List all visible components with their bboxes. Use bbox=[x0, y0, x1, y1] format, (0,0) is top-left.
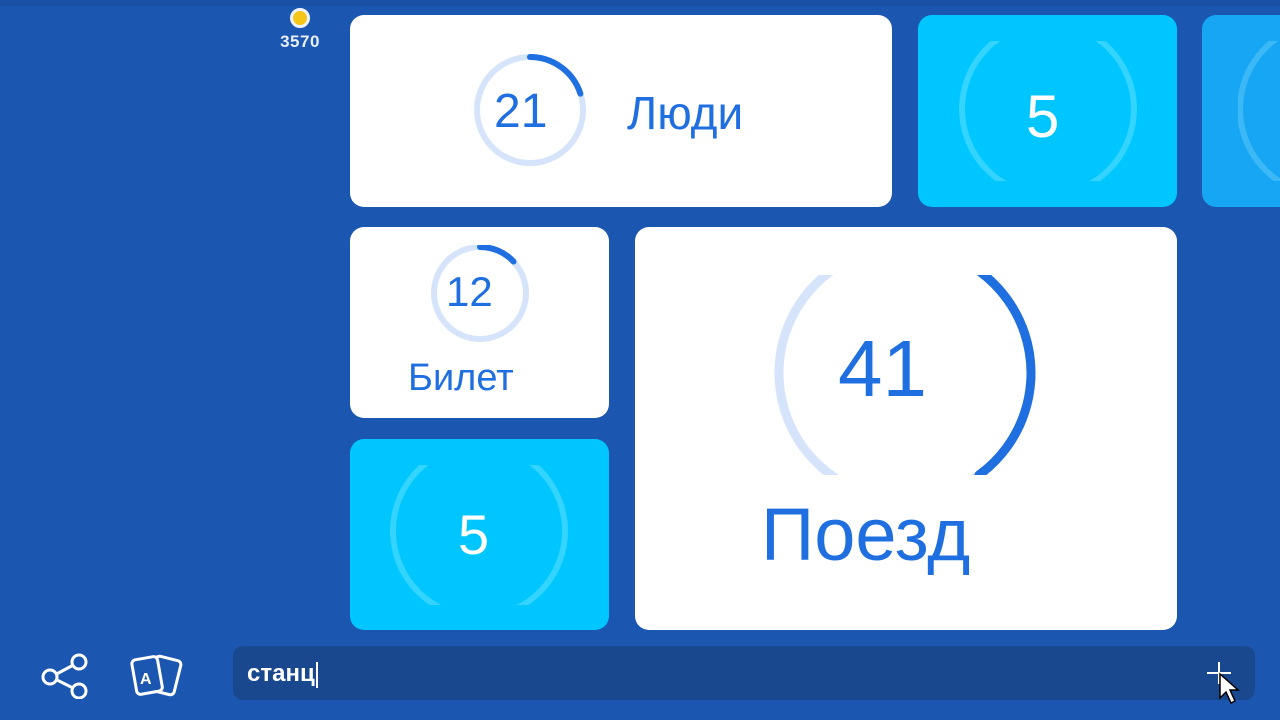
tile-word: Люди bbox=[627, 87, 744, 139]
coin-icon bbox=[290, 8, 310, 28]
coin-count: 3570 bbox=[280, 32, 320, 51]
tile-number: 12 bbox=[446, 268, 493, 315]
tile-number: 21 bbox=[494, 85, 548, 138]
tile-people[interactable]: 21 Люди bbox=[350, 15, 892, 207]
answer-input-text[interactable]: станц bbox=[247, 660, 318, 688]
svg-text:A: A bbox=[140, 671, 152, 688]
progress-ring bbox=[1238, 41, 1280, 181]
tile-number: 5 bbox=[458, 503, 490, 566]
coin-counter: 3570 bbox=[268, 8, 332, 58]
tile-hidden-word[interactable]: 5 bbox=[350, 439, 609, 630]
top-strip bbox=[0, 0, 1280, 6]
cards-icon: A bbox=[130, 654, 183, 697]
mouse-pointer-icon bbox=[1219, 672, 1240, 705]
tile-train[interactable]: 41 Поезд bbox=[635, 227, 1177, 630]
share-button[interactable] bbox=[33, 646, 97, 706]
share-icon bbox=[41, 653, 88, 699]
tile-word: Поезд bbox=[761, 493, 971, 576]
tile-hidden-word[interactable]: 5 bbox=[918, 15, 1177, 207]
tile-number: 41 bbox=[838, 324, 927, 413]
answer-input[interactable]: станц bbox=[233, 646, 1255, 700]
cards-button[interactable]: A bbox=[128, 646, 192, 706]
tile-word: Билет bbox=[408, 357, 514, 399]
tile-ticket[interactable]: 12 Билет bbox=[350, 227, 609, 418]
tile-partial[interactable] bbox=[1202, 15, 1280, 207]
tile-number: 5 bbox=[1026, 83, 1060, 150]
